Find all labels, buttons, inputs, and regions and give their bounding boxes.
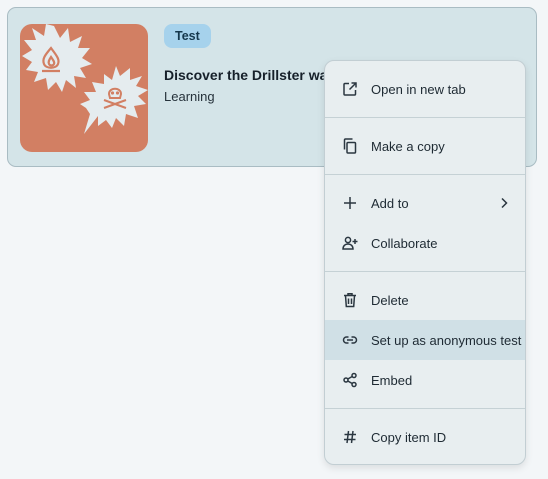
plus-icon xyxy=(342,195,358,211)
menu-item-label: Add to xyxy=(371,195,409,211)
menu-item-label: Collaborate xyxy=(371,235,438,251)
menu-item-copy-id[interactable]: Copy item ID xyxy=(325,417,525,457)
menu-item-anonymous-test[interactable]: Set up as anonymous test xyxy=(325,320,525,360)
speech-bubble-right xyxy=(80,66,148,134)
course-thumbnail xyxy=(20,24,148,152)
menu-item-delete[interactable]: Delete xyxy=(325,280,525,320)
trash-icon xyxy=(342,292,358,308)
open-new-tab-icon xyxy=(342,81,358,97)
type-badge: Test xyxy=(164,24,211,48)
menu-item-label: Embed xyxy=(371,372,413,388)
menu-item-label: Set up as anonymous test xyxy=(371,332,522,348)
menu-divider xyxy=(325,117,525,118)
menu-item-collaborate[interactable]: Collaborate xyxy=(325,223,525,263)
menu-item-label: Make a copy xyxy=(371,138,445,154)
menu-divider xyxy=(325,271,525,272)
copy-icon xyxy=(342,138,358,154)
menu-divider xyxy=(325,174,525,175)
add-person-icon xyxy=(342,235,358,251)
course-title[interactable]: Discover the Drillster way xyxy=(164,67,329,83)
menu-divider xyxy=(325,408,525,409)
share-icon xyxy=(342,372,358,388)
menu-item-label: Copy item ID xyxy=(371,429,447,445)
chevron-right-icon xyxy=(496,195,512,211)
hash-icon xyxy=(342,429,358,445)
menu-item-make-copy[interactable]: Make a copy xyxy=(325,126,525,166)
menu-item-embed[interactable]: Embed xyxy=(325,360,525,400)
context-menu: Open in new tab Make a copy Add to Colla… xyxy=(324,60,526,465)
course-subtitle: Learning xyxy=(164,89,215,104)
menu-item-label: Open in new tab xyxy=(371,81,466,97)
menu-item-label: Delete xyxy=(371,292,409,308)
menu-item-add-to[interactable]: Add to xyxy=(325,183,525,223)
link-icon xyxy=(342,332,358,348)
menu-item-open-new-tab[interactable]: Open in new tab xyxy=(325,69,525,109)
